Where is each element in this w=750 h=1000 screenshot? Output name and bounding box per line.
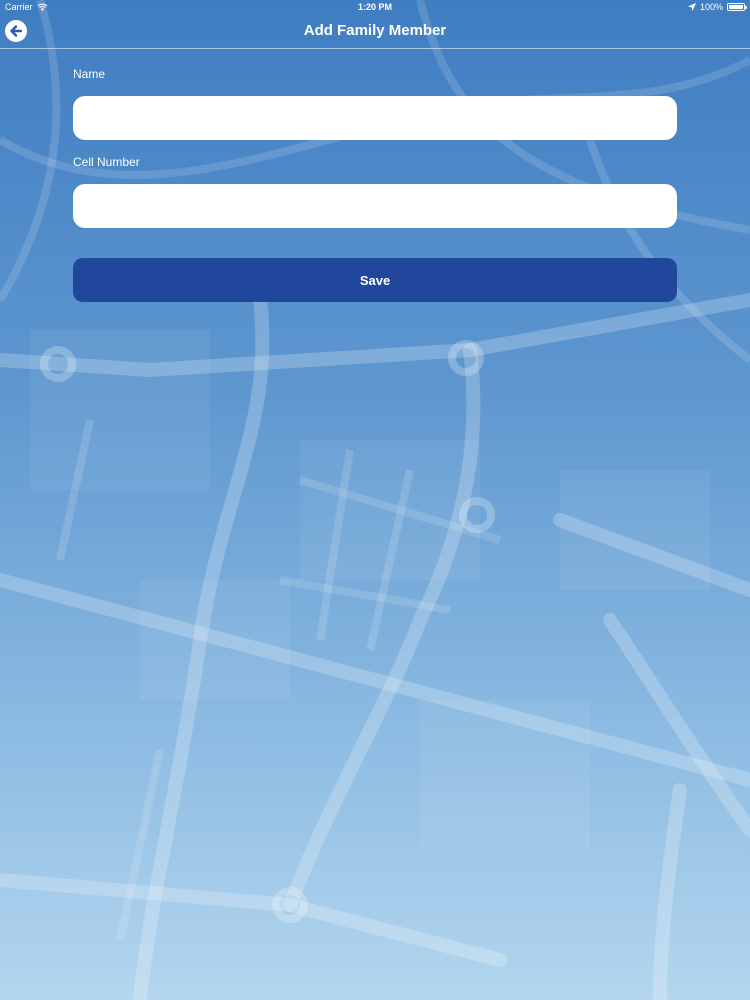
- status-bar: Carrier 1:20 PM 100%: [0, 0, 750, 14]
- cell-number-input[interactable]: [73, 184, 677, 228]
- battery-icon: [727, 3, 747, 11]
- name-label: Name: [73, 67, 106, 81]
- status-right-group: 100%: [687, 0, 747, 14]
- cell-number-label: Cell Number: [73, 155, 140, 169]
- battery-fill: [729, 5, 743, 9]
- name-input[interactable]: [73, 96, 677, 140]
- add-family-member-form: Name Cell Number Save: [73, 66, 677, 302]
- location-arrow-icon: [687, 3, 696, 11]
- battery-percent: 100%: [699, 2, 723, 12]
- save-button[interactable]: Save: [73, 258, 677, 302]
- navigation-bar: Add Family Member: [0, 14, 750, 49]
- page-title: Add Family Member: [303, 22, 447, 39]
- clock: 1:20 PM: [357, 2, 392, 12]
